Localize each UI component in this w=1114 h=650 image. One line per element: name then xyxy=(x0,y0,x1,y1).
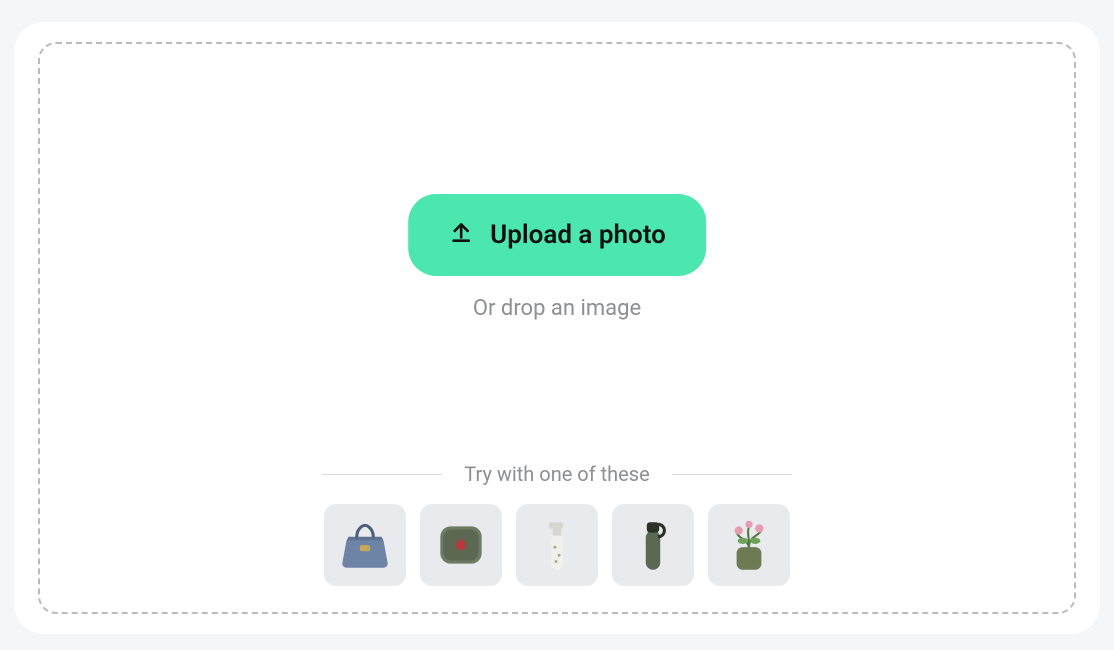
drop-zone[interactable]: Upload a photo Or drop an image Try with… xyxy=(38,42,1076,614)
handbag-icon xyxy=(334,514,396,576)
plant-pot-icon xyxy=(718,514,780,576)
sample-soap-dispenser[interactable] xyxy=(516,504,598,586)
sample-handbag[interactable] xyxy=(324,504,406,586)
sample-thumbnails xyxy=(324,504,790,586)
divider xyxy=(322,474,442,475)
lunch-box-icon xyxy=(430,514,492,576)
upload-button-label: Upload a photo xyxy=(490,220,666,250)
upload-button[interactable]: Upload a photo xyxy=(408,194,706,276)
sample-lunch-box[interactable] xyxy=(420,504,502,586)
try-section: Try with one of these xyxy=(40,462,1074,586)
soap-dispenser-icon xyxy=(526,514,588,576)
sample-plant-pot[interactable] xyxy=(708,504,790,586)
try-header: Try with one of these xyxy=(322,462,792,486)
drop-hint: Or drop an image xyxy=(40,296,1074,321)
upload-icon xyxy=(448,219,474,252)
try-header-label: Try with one of these xyxy=(442,462,671,486)
sample-water-bottle[interactable] xyxy=(612,504,694,586)
water-bottle-icon xyxy=(622,514,684,576)
divider xyxy=(672,474,792,475)
upload-panel: Upload a photo Or drop an image Try with… xyxy=(14,22,1100,634)
